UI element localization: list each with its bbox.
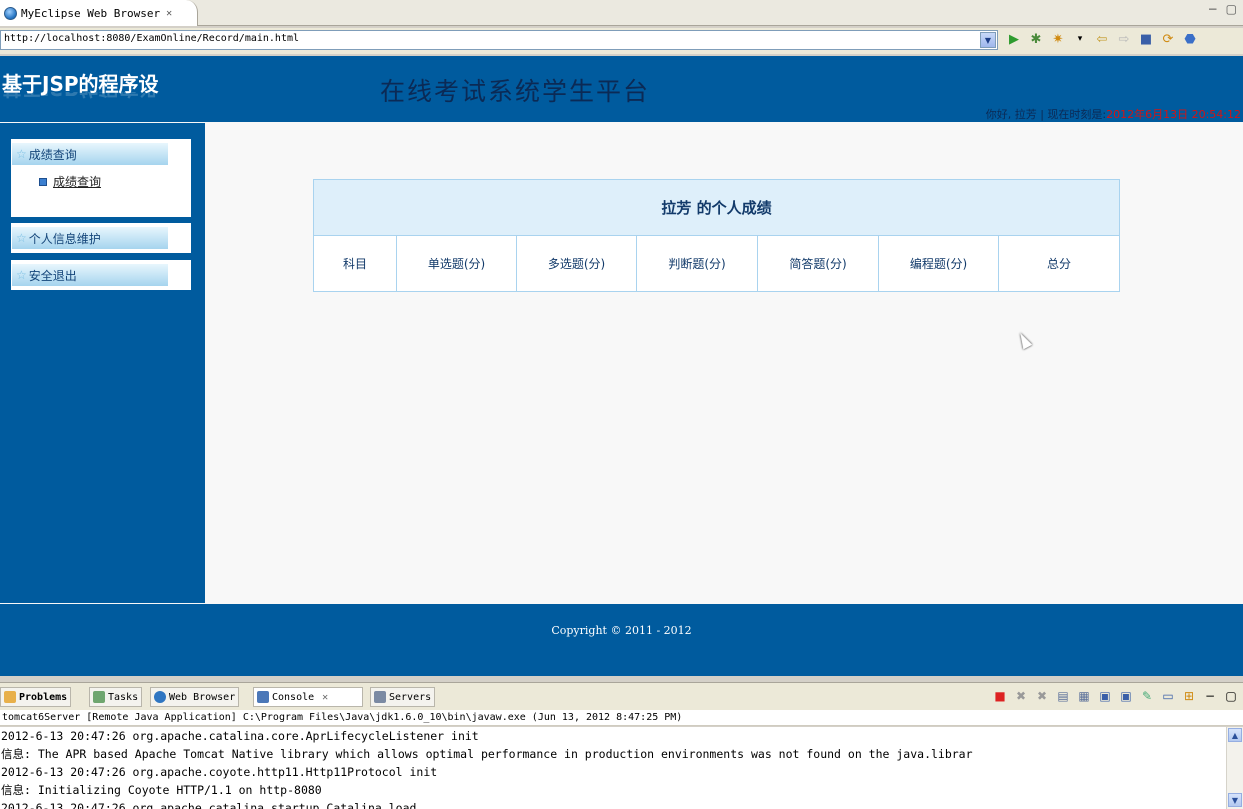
stop-icon[interactable]: ■ [1138,31,1154,47]
close-icon[interactable]: ✕ [166,8,172,19]
site-footer: Copyright © 2011 - 2012 [0,604,1243,676]
star-icon: ☆ [16,231,27,245]
minimize-icon[interactable]: − [1208,2,1218,16]
perspective-icon[interactable]: ⬣ [1182,31,1198,47]
terminate-icon[interactable]: ■ [992,688,1008,704]
console-line: 2012-6-13 20:47:26 org.apache.catalina.c… [1,729,479,743]
debug-icon[interactable]: ✱ [1028,31,1044,47]
grade-table-heading: 拉芳 的个人成绩 [313,179,1120,236]
scroll-lock-icon[interactable]: ▦ [1076,688,1092,704]
back-icon[interactable]: ⇦ [1094,31,1110,47]
pin-console-icon[interactable]: ✎ [1139,688,1155,704]
web-page: 基于JSP的程序设 基于JSP的程序设 在线考试系统学生平台 你好, 拉芳 | … [0,56,1243,676]
grade-table: 拉芳 的个人成绩 科目 单选题(分) 多选题(分) 判断题(分) 简答题(分) … [313,179,1120,292]
sidebar-subitem-grade-query[interactable]: 成绩查询 [39,173,191,190]
url-input[interactable]: http://localhost:8080/ExamOnline/Record/… [0,30,998,50]
maximize-icon[interactable]: ▢ [1223,688,1239,704]
go-icon[interactable]: ▶ [1006,31,1022,47]
remove-launch-icon[interactable]: ✖ [1013,688,1029,704]
mouse-cursor-icon [1015,330,1033,350]
column-header: 科目 [313,235,397,292]
logo-reflection: 基于JSP的程序设 [2,92,159,104]
scroll-down-icon[interactable]: ▼ [1228,793,1242,807]
close-icon[interactable]: ✕ [322,692,328,703]
tab-web-browser[interactable]: MyEclipse Web Browser ✕ [0,0,198,26]
maximize-icon[interactable]: ▢ [1226,2,1237,16]
site-title: 在线考试系统学生平台 [380,77,651,106]
column-header: 总分 [998,235,1120,292]
scroll-up-icon[interactable]: ▲ [1228,728,1242,742]
sidebar-item-label: 安全退出 [28,268,77,283]
show-on-error-icon[interactable]: ▣ [1118,688,1134,704]
tab-label: Servers [389,691,432,703]
copyright-text: Copyright © 2011 - 2012 [551,624,692,637]
column-header: 简答题(分) [757,235,879,292]
editor-tab-bar: MyEclipse Web Browser ✕ − ▢ [0,0,1243,26]
current-time: 2012年6月13日 20:54:12 [1106,108,1241,121]
console-line: 信息: The APR based Apache Tomcat Native l… [1,747,973,761]
sidebar: ☆ 成绩查询 成绩查询 ☆ 个人信息维护 ☆ 安全退出 [0,123,205,603]
sidebar-group-grades: ☆ 成绩查询 成绩查询 [11,139,191,217]
star-icon: ☆ [16,147,27,161]
refresh-icon[interactable]: ⟳ [1160,31,1176,47]
problems-icon [4,691,16,703]
globe-icon [154,691,166,703]
star-icon: ☆ [16,268,27,282]
sidebar-item-label: 个人信息维护 [28,231,101,246]
view-tab-bar: Problems Tasks Web Browser Console ✕ Ser… [0,682,1243,710]
tab-console[interactable]: Console ✕ [253,687,363,707]
address-bar: http://localhost:8080/ExamOnline/Record/… [0,28,1243,54]
column-header: 判断题(分) [636,235,758,292]
console-line: 2012-6-13 20:47:26 org.apache.coyote.htt… [1,765,438,779]
open-console-icon[interactable]: ⊞ [1181,688,1197,704]
sidebar-item-label: 成绩查询 [28,147,77,162]
sidebar-subitem-label: 成绩查询 [53,175,102,189]
tab-label: Console [272,691,315,703]
dropdown-icon[interactable]: ▾ [1072,31,1088,47]
sidebar-group-profile: ☆ 个人信息维护 [11,223,191,253]
column-header: 编程题(分) [878,235,999,292]
bullet-square-icon [39,177,47,186]
tasks-icon [93,691,105,703]
column-header: 单选题(分) [396,235,517,292]
sidebar-item-logout[interactable]: ☆ 安全退出 [12,264,168,286]
tab-servers[interactable]: Servers [370,687,436,707]
tab-problems[interactable]: Problems [0,687,72,707]
chevron-down-icon[interactable]: ▼ [980,32,996,48]
site-header: 基于JSP的程序设 基于JSP的程序设 在线考试系统学生平台 你好, 拉芳 | … [0,56,1243,122]
welcome-text: 你好, 拉芳 | 现在时刻是:2012年6月13日 20:54:12 [986,106,1241,122]
tab-web-browser-view[interactable]: Web Browser [150,687,240,707]
console-line: 2012-6-13 20:47:26 org.apache.catalina.s… [1,801,417,809]
sidebar-item-grade-query[interactable]: ☆ 成绩查询 [12,143,168,165]
table-header-row: 科目 单选题(分) 多选题(分) 判断题(分) 简答题(分) 编程题(分) 总分 [313,235,1120,292]
remove-all-icon[interactable]: ✖ [1034,688,1050,704]
console-output[interactable]: 2012-6-13 20:47:26 org.apache.catalina.c… [0,727,1226,809]
console-icon [257,691,269,703]
column-header: 多选题(分) [516,235,637,292]
tab-tasks[interactable]: Tasks [89,687,143,707]
welcome-prefix: 你好, 拉芳 | 现在时刻是: [985,108,1107,121]
tab-label: Problems [19,691,68,703]
show-on-output-icon[interactable]: ▣ [1097,688,1113,704]
console-launch-description: tomcat6Server [Remote Java Application] … [0,710,1243,726]
console-scrollbar[interactable]: ▲ ▼ [1226,727,1243,809]
servers-icon [374,691,386,703]
tab-label: MyEclipse Web Browser [21,6,161,20]
forward-icon[interactable]: ⇨ [1116,31,1132,47]
display-console-icon[interactable]: ▭ [1160,688,1176,704]
run-config-icon[interactable]: ✷ [1050,31,1066,47]
console-line: 信息: Initializing Coyote HTTP/1.1 on http… [1,783,322,797]
minimize-icon[interactable]: − [1202,688,1218,704]
clear-console-icon[interactable]: ▤ [1055,688,1071,704]
globe-icon [4,6,17,20]
tab-label: Tasks [108,691,139,703]
sidebar-group-logout: ☆ 安全退出 [11,260,191,290]
sidebar-item-profile[interactable]: ☆ 个人信息维护 [12,227,168,249]
tab-label: Web Browser [169,691,236,703]
